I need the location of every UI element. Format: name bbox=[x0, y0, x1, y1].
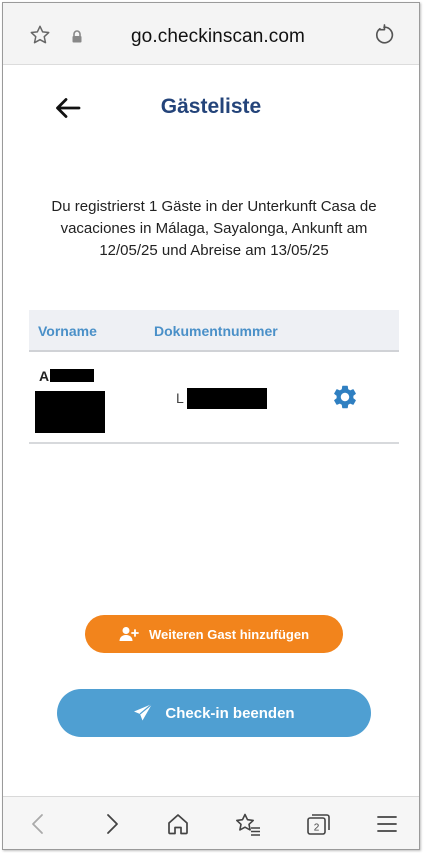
guest-document-number: L bbox=[176, 390, 184, 406]
redaction-block bbox=[50, 369, 94, 382]
guest-row: A L bbox=[29, 352, 399, 444]
tabs-count: 2 bbox=[314, 823, 320, 834]
back-icon[interactable] bbox=[27, 812, 51, 836]
add-user-icon bbox=[119, 627, 139, 641]
browser-frame: go.checkinscan.com Gästeliste Du registr… bbox=[2, 2, 420, 850]
browser-toolbar: 2 bbox=[3, 796, 419, 849]
registration-info-text: Du registrierst 1 Gäste in der Unterkunf… bbox=[51, 198, 377, 259]
page-title: Gästeliste bbox=[160, 95, 262, 118]
guest-table-header: Vorname Dokumentnummer bbox=[29, 310, 399, 352]
paper-plane-icon bbox=[134, 703, 153, 721]
forward-icon[interactable] bbox=[99, 812, 123, 836]
add-guest-button[interactable]: Weiteren Gast hinzufügen bbox=[85, 615, 343, 653]
tabs-icon[interactable]: 2 bbox=[305, 812, 331, 836]
column-header-document-number: Dokumentnummer bbox=[154, 323, 278, 339]
address-bar: go.checkinscan.com bbox=[3, 3, 419, 65]
redaction-block bbox=[35, 391, 105, 433]
redaction-block bbox=[187, 388, 267, 409]
bookmarks-icon[interactable] bbox=[234, 812, 262, 836]
add-guest-label: Weiteren Gast hinzufügen bbox=[148, 626, 310, 642]
url-text[interactable]: go.checkinscan.com bbox=[3, 26, 419, 48]
gear-icon[interactable] bbox=[331, 383, 359, 411]
menu-icon[interactable] bbox=[375, 812, 399, 836]
reload-icon[interactable] bbox=[373, 24, 395, 46]
home-icon[interactable] bbox=[166, 812, 190, 836]
guest-first-name: A bbox=[39, 368, 50, 384]
finish-checkin-button[interactable]: Check-in beenden bbox=[57, 689, 371, 737]
column-header-first-name: Vorname bbox=[38, 323, 97, 339]
finish-checkin-label: Check-in beenden bbox=[165, 704, 295, 722]
